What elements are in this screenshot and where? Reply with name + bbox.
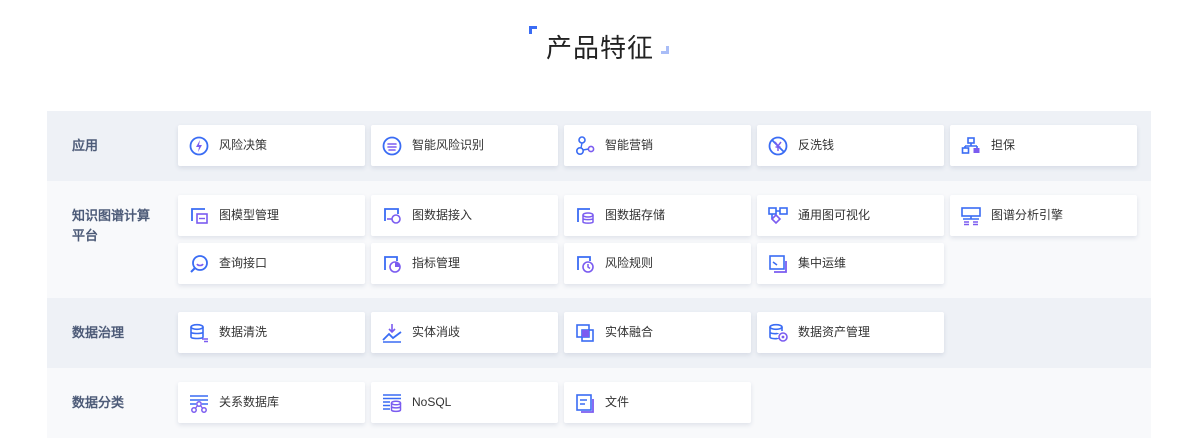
feature-label: 智能风险识别 — [412, 138, 485, 152]
feature-card-graph-model[interactable]: 图模型管理 — [178, 195, 365, 236]
storage-icon — [577, 208, 594, 224]
feature-label: 通用图可视化 — [798, 208, 871, 222]
feature-label: 集中运维 — [798, 256, 847, 270]
db-gear-icon — [769, 323, 788, 342]
lightning-circle-icon — [189, 136, 209, 156]
feature-card-nosql[interactable]: NoSQL — [371, 382, 558, 423]
section-header: 产品特征 — [0, 24, 1200, 64]
relational-db-icon — [190, 395, 208, 413]
rule-icon — [577, 256, 594, 273]
feature-card-centralized-ops[interactable]: 集中运维 — [757, 243, 944, 284]
feature-card-risk-rules[interactable]: 风险规则 — [564, 243, 751, 284]
feature-label: 关系数据库 — [219, 395, 280, 409]
feature-card-relational-db[interactable]: 关系数据库 — [178, 382, 365, 423]
row-label: 知识图谱计算平台 — [72, 208, 151, 243]
feature-label: 担保 — [991, 138, 1016, 152]
db-clean-icon — [190, 323, 208, 343]
feature-card-entity-fusion[interactable]: 实体融合 — [564, 312, 751, 353]
row-data-governance: 数据治理 数据清洗 实体消歧 实体融合 数据资产管理 — [47, 298, 1151, 368]
feature-card-graph-visualization[interactable]: 通用图可视化 — [757, 195, 944, 236]
feature-label: 文件 — [605, 395, 630, 409]
row-label: 应用 — [72, 138, 99, 153]
feature-label: 风险决策 — [219, 138, 268, 152]
ops-icon — [769, 255, 787, 273]
data-access-icon — [384, 208, 401, 224]
feature-label: 实体消歧 — [412, 325, 461, 339]
feature-card-smart-marketing[interactable]: 智能营销 — [564, 125, 751, 166]
feature-card-anti-money-laundering[interactable]: 反洗钱 — [757, 125, 944, 166]
graph-visual-icon — [768, 207, 788, 225]
model-icon — [191, 208, 208, 224]
feature-card-risk-decision[interactable]: 风险决策 — [178, 125, 365, 166]
feature-card-data-cleaning[interactable]: 数据清洗 — [178, 312, 365, 353]
corner-bracket-icon — [661, 46, 669, 54]
row-data-classification: 数据分类 关系数据库 NoSQL 文件 — [47, 368, 1151, 438]
feature-card-query-interface[interactable]: 查询接口 — [178, 243, 365, 284]
feature-label: 查询接口 — [219, 256, 268, 270]
file-icon — [576, 394, 594, 413]
feature-label: 风险规则 — [605, 256, 654, 270]
feature-table: 应用 风险决策 智能风险识别 智能营销 反洗钱 担保 知识图谱计算平台 图模型管… — [47, 111, 1151, 438]
feature-card-entity-disambiguation[interactable]: 实体消歧 — [371, 312, 558, 353]
row-label: 数据治理 — [72, 325, 125, 340]
feature-card-guarantee[interactable]: 担保 — [950, 125, 1137, 166]
feature-label: 图模型管理 — [219, 208, 280, 222]
engine-icon — [961, 207, 981, 226]
hierarchy-icon — [961, 137, 980, 154]
feature-label: 图数据接入 — [412, 208, 473, 222]
page-title: 产品特征 — [545, 33, 654, 63]
feature-label: 数据资产管理 — [798, 325, 871, 339]
feature-label: 指标管理 — [412, 256, 461, 270]
query-icon — [190, 255, 208, 273]
row-application: 应用 风险决策 智能风险识别 智能营销 反洗钱 担保 — [47, 111, 1151, 181]
row-knowledge-graph-platform: 知识图谱计算平台 图模型管理 图数据接入 图数据存储 通用图可视化 图谱分析引擎… — [47, 181, 1151, 298]
nodes-icon — [575, 136, 595, 156]
entity-merge-icon — [576, 324, 594, 342]
feature-label: 数据清洗 — [219, 325, 268, 339]
feature-card-smart-risk[interactable]: 智能风险识别 — [371, 125, 558, 166]
row-label: 数据分类 — [72, 395, 125, 410]
feature-card-graph-data-storage[interactable]: 图数据存储 — [564, 195, 751, 236]
scan-circle-icon — [382, 136, 402, 156]
feature-label: NoSQL — [412, 395, 452, 409]
feature-label: 实体融合 — [605, 325, 654, 339]
no-money-icon — [768, 136, 788, 156]
feature-label: 智能营销 — [605, 138, 654, 152]
feature-label: 反洗钱 — [798, 138, 835, 152]
metric-icon — [384, 256, 401, 273]
feature-card-graph-analysis-engine[interactable]: 图谱分析引擎 — [950, 195, 1137, 236]
feature-card-data-asset-management[interactable]: 数据资产管理 — [757, 312, 944, 353]
feature-label: 图数据存储 — [605, 208, 666, 222]
feature-card-metric-management[interactable]: 指标管理 — [371, 243, 558, 284]
nosql-icon — [383, 394, 402, 413]
feature-label: 图谱分析引擎 — [991, 208, 1064, 222]
feature-card-graph-data-access[interactable]: 图数据接入 — [371, 195, 558, 236]
feature-card-file[interactable]: 文件 — [564, 382, 751, 423]
entity-disambig-icon — [382, 324, 402, 343]
